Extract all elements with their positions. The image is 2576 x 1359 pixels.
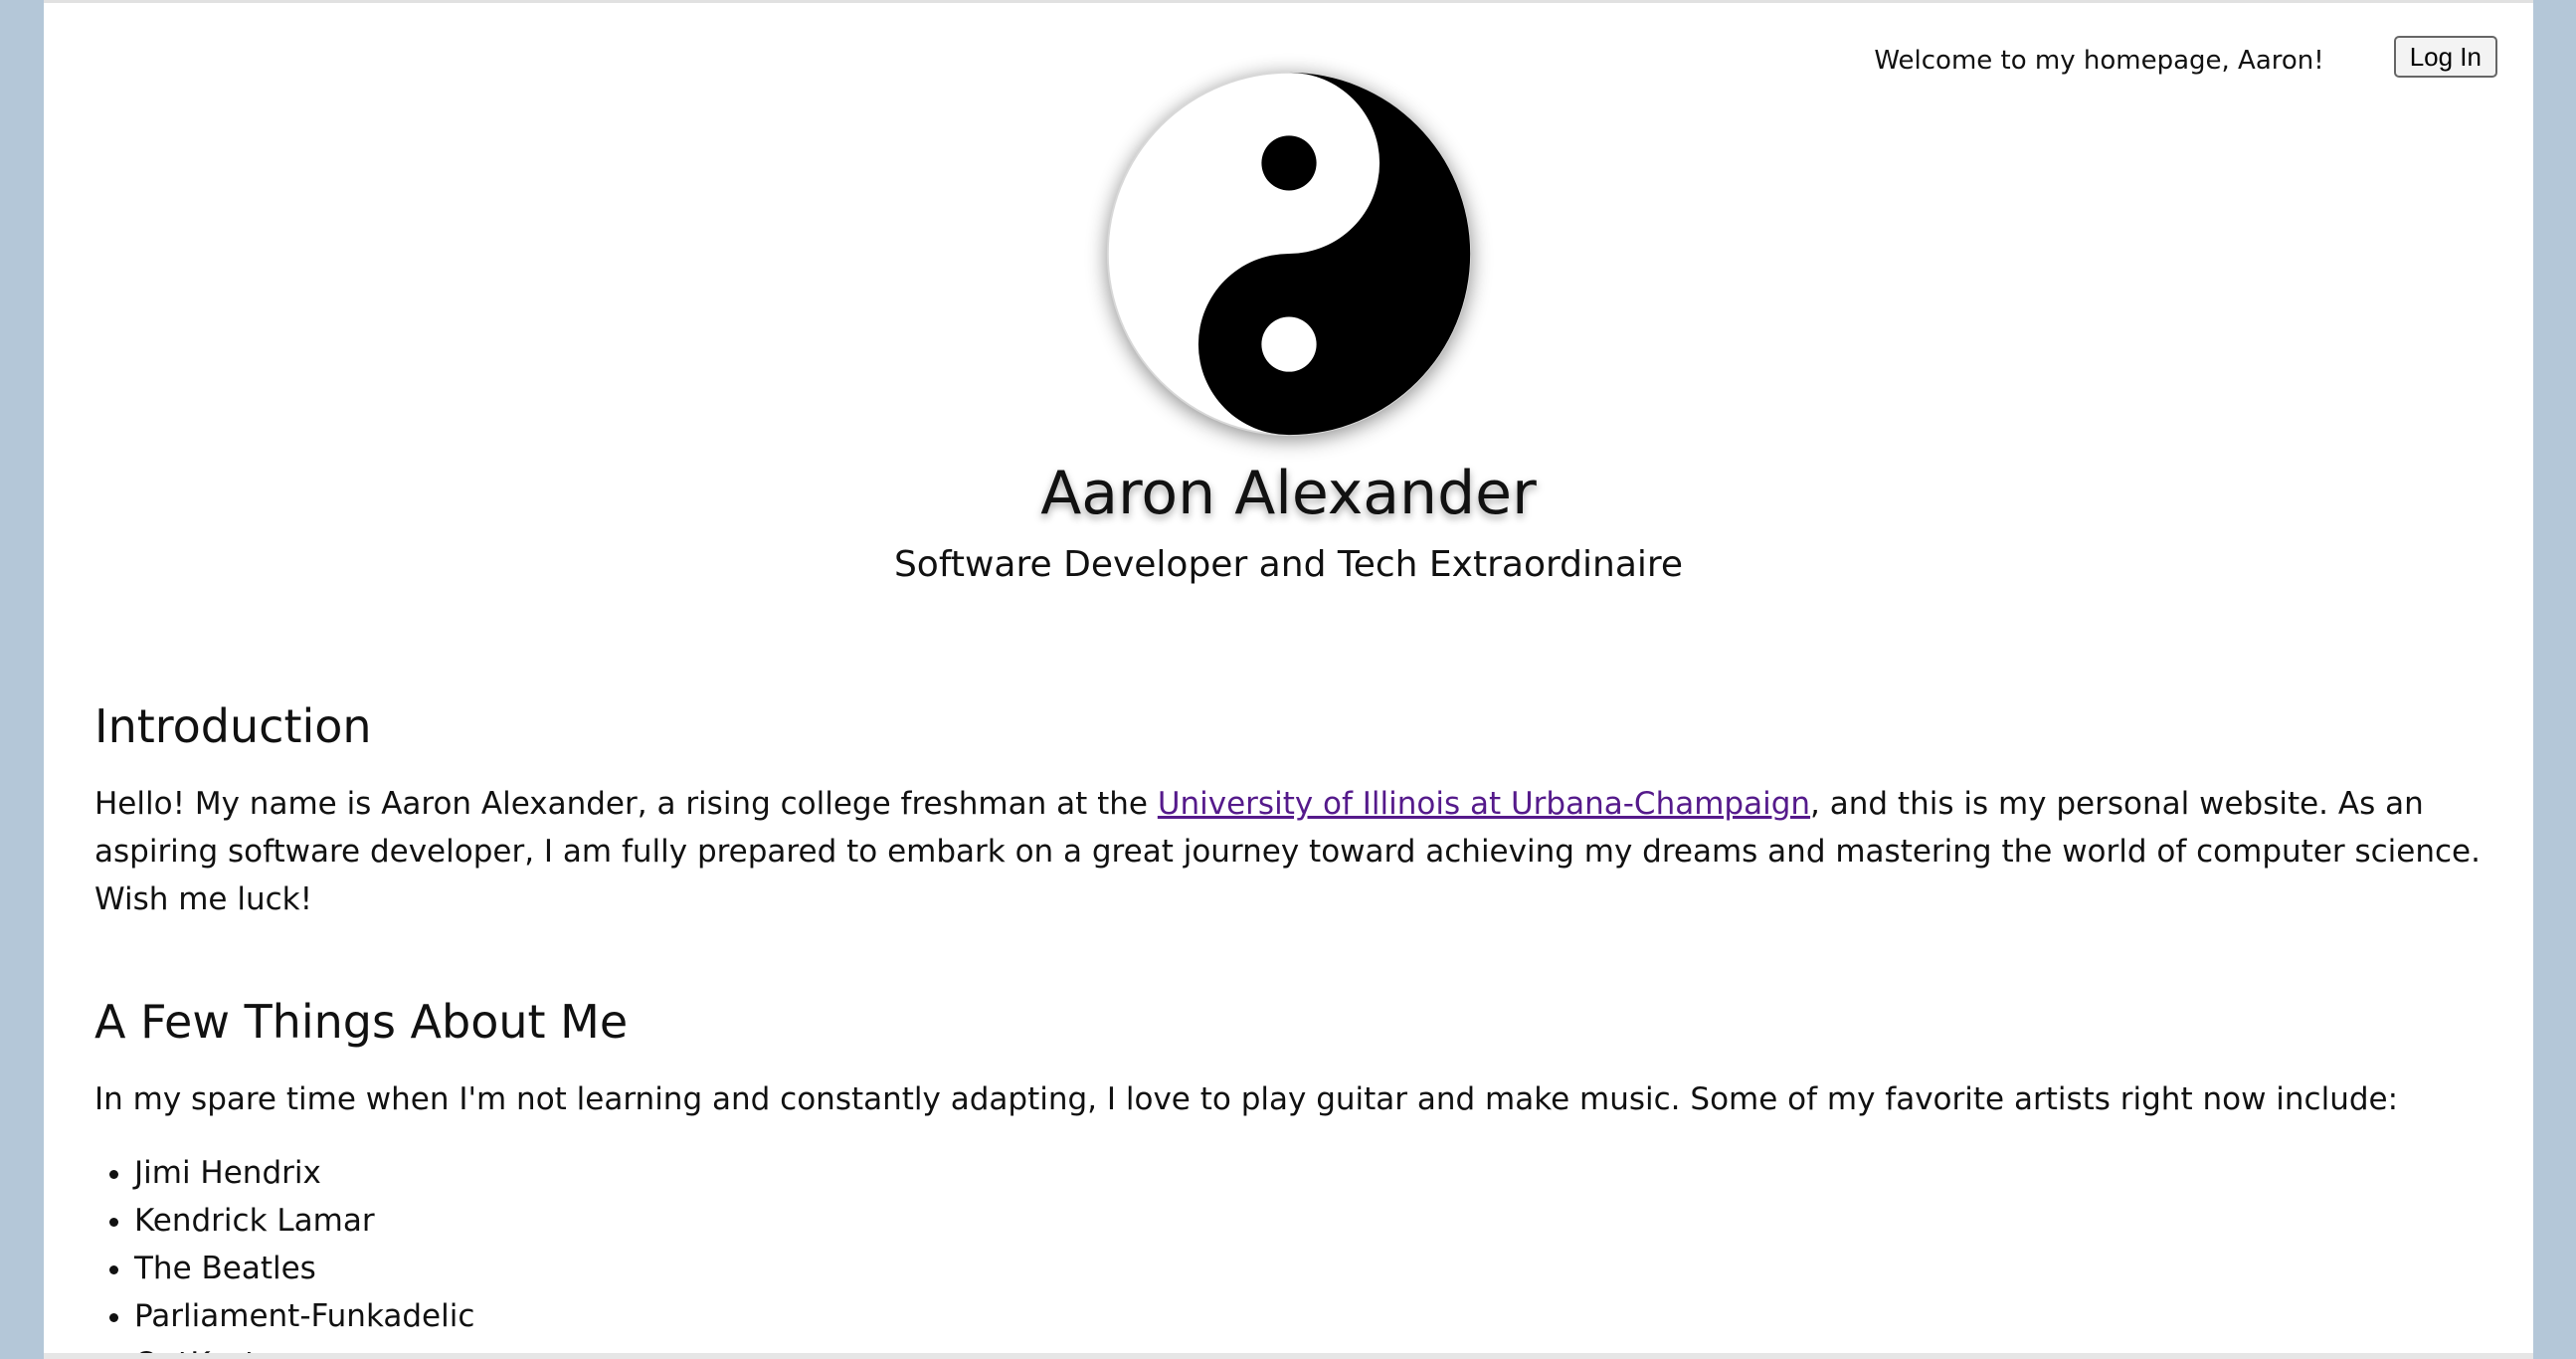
about-section: A Few Things About Me In my spare time w…: [94, 995, 2483, 1359]
bottom-edge: [44, 1353, 2533, 1359]
tagline: Software Developer and Tech Extraordinai…: [893, 544, 1684, 585]
introduction-heading: Introduction: [94, 699, 372, 753]
intro-text-before-link: Hello! My name is Aaron Alexander, a ris…: [94, 786, 1158, 823]
list-item: The Beatles: [134, 1245, 2483, 1292]
page: Welcome to my homepage, Aaron! Log In Aa…: [44, 0, 2533, 1359]
about-heading: A Few Things About Me: [94, 995, 629, 1050]
artist-list: Jimi Hendrix Kendrick Lamar The Beatles …: [94, 1149, 2483, 1359]
list-item: Parliament-Funkadelic: [134, 1292, 2483, 1340]
profile-header: Aaron Alexander Software Developer and T…: [44, 71, 2533, 585]
yin-yang-icon: [1106, 71, 1472, 437]
page-title: Aaron Alexander: [1040, 459, 1537, 528]
university-link[interactable]: University of Illinois at Urbana-Champai…: [1158, 786, 1810, 822]
introduction-section: Introduction Hello! My name is Aaron Ale…: [94, 699, 2483, 923]
main-content: Introduction Hello! My name is Aaron Ale…: [94, 699, 2483, 1359]
introduction-text: Hello! My name is Aaron Alexander, a ris…: [94, 780, 2483, 923]
list-item: Kendrick Lamar: [134, 1197, 2483, 1245]
list-item: Jimi Hendrix: [134, 1149, 2483, 1197]
about-text: In my spare time when I'm not learning a…: [94, 1081, 2399, 1118]
